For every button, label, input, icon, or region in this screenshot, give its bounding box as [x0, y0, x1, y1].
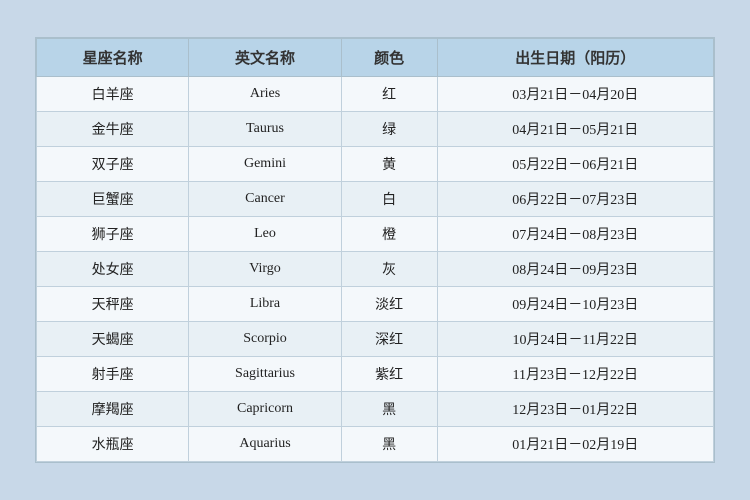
cell-color: 淡红 — [341, 287, 437, 322]
cell-date: 08月24日－09月23日 — [437, 252, 713, 287]
table-row: 摩羯座Capricorn黑12月23日－01月22日 — [37, 392, 714, 427]
table-header-row: 星座名称 英文名称 颜色 出生日期（阳历） — [37, 39, 714, 77]
zodiac-table-container: 星座名称 英文名称 颜色 出生日期（阳历） 白羊座Aries红03月21日－04… — [35, 37, 715, 463]
cell-color: 黑 — [341, 392, 437, 427]
cell-chinese: 白羊座 — [37, 77, 189, 112]
cell-color: 紫红 — [341, 357, 437, 392]
cell-english: Cancer — [189, 182, 341, 217]
cell-chinese: 射手座 — [37, 357, 189, 392]
cell-english: Sagittarius — [189, 357, 341, 392]
header-date: 出生日期（阳历） — [437, 39, 713, 77]
cell-date: 06月22日－07月23日 — [437, 182, 713, 217]
cell-color: 深红 — [341, 322, 437, 357]
cell-english: Scorpio — [189, 322, 341, 357]
cell-chinese: 金牛座 — [37, 112, 189, 147]
header-color: 颜色 — [341, 39, 437, 77]
cell-english: Leo — [189, 217, 341, 252]
table-row: 天蝎座Scorpio深红10月24日－11月22日 — [37, 322, 714, 357]
cell-color: 橙 — [341, 217, 437, 252]
cell-color: 绿 — [341, 112, 437, 147]
table-row: 狮子座Leo橙07月24日－08月23日 — [37, 217, 714, 252]
cell-chinese: 天蝎座 — [37, 322, 189, 357]
cell-chinese: 处女座 — [37, 252, 189, 287]
cell-chinese: 狮子座 — [37, 217, 189, 252]
cell-chinese: 摩羯座 — [37, 392, 189, 427]
cell-chinese: 水瓶座 — [37, 427, 189, 462]
table-row: 巨蟹座Cancer白06月22日－07月23日 — [37, 182, 714, 217]
cell-color: 灰 — [341, 252, 437, 287]
header-english-name: 英文名称 — [189, 39, 341, 77]
cell-color: 红 — [341, 77, 437, 112]
table-row: 天秤座Libra淡红09月24日－10月23日 — [37, 287, 714, 322]
cell-chinese: 巨蟹座 — [37, 182, 189, 217]
cell-chinese: 天秤座 — [37, 287, 189, 322]
cell-date: 03月21日－04月20日 — [437, 77, 713, 112]
cell-date: 04月21日－05月21日 — [437, 112, 713, 147]
cell-date: 09月24日－10月23日 — [437, 287, 713, 322]
table-row: 水瓶座Aquarius黑01月21日－02月19日 — [37, 427, 714, 462]
cell-date: 10月24日－11月22日 — [437, 322, 713, 357]
cell-color: 黄 — [341, 147, 437, 182]
cell-color: 白 — [341, 182, 437, 217]
table-row: 双子座Gemini黄05月22日－06月21日 — [37, 147, 714, 182]
zodiac-table: 星座名称 英文名称 颜色 出生日期（阳历） 白羊座Aries红03月21日－04… — [36, 38, 714, 462]
table-row: 处女座Virgo灰08月24日－09月23日 — [37, 252, 714, 287]
cell-date: 11月23日－12月22日 — [437, 357, 713, 392]
cell-english: Taurus — [189, 112, 341, 147]
cell-english: Virgo — [189, 252, 341, 287]
header-chinese-name: 星座名称 — [37, 39, 189, 77]
cell-date: 05月22日－06月21日 — [437, 147, 713, 182]
cell-date: 01月21日－02月19日 — [437, 427, 713, 462]
cell-english: Gemini — [189, 147, 341, 182]
cell-english: Aquarius — [189, 427, 341, 462]
table-row: 白羊座Aries红03月21日－04月20日 — [37, 77, 714, 112]
cell-chinese: 双子座 — [37, 147, 189, 182]
cell-english: Aries — [189, 77, 341, 112]
table-row: 金牛座Taurus绿04月21日－05月21日 — [37, 112, 714, 147]
cell-date: 07月24日－08月23日 — [437, 217, 713, 252]
cell-date: 12月23日－01月22日 — [437, 392, 713, 427]
table-row: 射手座Sagittarius紫红11月23日－12月22日 — [37, 357, 714, 392]
cell-english: Capricorn — [189, 392, 341, 427]
cell-color: 黑 — [341, 427, 437, 462]
cell-english: Libra — [189, 287, 341, 322]
